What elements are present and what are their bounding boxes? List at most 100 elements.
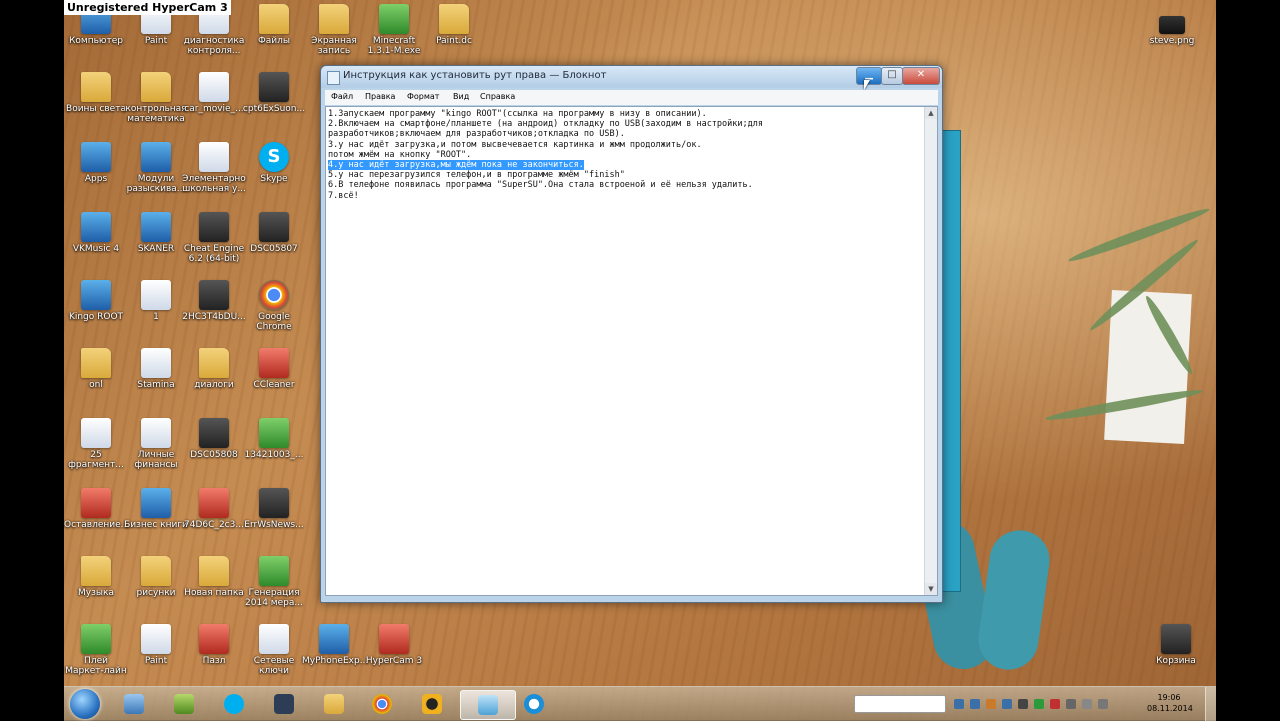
kingo-root-icon: [524, 694, 544, 714]
folder-icon: [141, 556, 171, 586]
desktop-icon-label: HyperCam 3: [365, 656, 423, 666]
desktop-icon[interactable]: Сетевые ключи: [242, 624, 306, 676]
desktop-icon-label: Cheat Engine 6.2 (64-bit): [183, 244, 245, 264]
desktop-icon[interactable]: steve.png: [1140, 10, 1204, 46]
close-button[interactable]: ✕: [902, 67, 940, 85]
desktop-icon[interactable]: 2HC3T4bDU...: [182, 280, 246, 322]
desktop-icon[interactable]: DSC05807: [242, 212, 306, 254]
desktop-icon[interactable]: 13421003_...: [242, 418, 306, 460]
desktop-icon[interactable]: диалоги: [182, 348, 246, 390]
desktop-icon[interactable]: Личные финансы: [124, 418, 188, 470]
desktop-icon-label: MyPhoneExp...: [302, 656, 369, 666]
network-icon[interactable]: [1082, 699, 1092, 709]
wallpaper-plant: [1066, 204, 1212, 266]
desktop-icon[interactable]: Плей Маркет-лайн: [64, 624, 128, 676]
clock[interactable]: 19:06 08.11.2014: [1147, 692, 1193, 714]
desktop-icon[interactable]: VKMusic 4: [64, 212, 128, 254]
desktop-icon[interactable]: Бизнес книги: [124, 488, 188, 530]
taskbar-skype[interactable]: [214, 690, 254, 718]
desktop-icon[interactable]: рисунки: [124, 556, 188, 598]
desktop-icon[interactable]: SKANER: [124, 212, 188, 254]
text-line: разработчиков;включаем для разработчиков…: [328, 129, 923, 139]
tray-icon[interactable]: [1050, 699, 1060, 709]
app-icon: [274, 694, 294, 714]
desktop-icon[interactable]: Paint.dc: [422, 4, 486, 46]
desktop-icon-label: Minecraft 1.3.1-М.exe: [367, 36, 421, 56]
desktop-icon[interactable]: Minecraft 1.3.1-М.exe: [362, 4, 426, 56]
taskbar-chrome[interactable]: [362, 690, 402, 718]
menu-help[interactable]: Справка: [480, 92, 515, 101]
desktop-icon[interactable]: Google Chrome: [242, 280, 306, 332]
desktop-icon[interactable]: Пазл: [182, 624, 246, 666]
menubar: Файл Правка Формат Вид Справка: [325, 90, 938, 105]
desktop-icon[interactable]: HyperCam 3: [362, 624, 426, 666]
tray-icon[interactable]: [1018, 699, 1028, 709]
volume-icon[interactable]: [1098, 699, 1108, 709]
menu-file[interactable]: Файл: [331, 92, 353, 101]
tray-icon[interactable]: [1034, 699, 1044, 709]
desktop-icon-label: steve.png: [1149, 36, 1195, 46]
file-icon: [259, 418, 289, 448]
game-icon: [174, 694, 194, 714]
desktop-icon[interactable]: Stamina: [124, 348, 188, 390]
desktop-icon[interactable]: MyPhoneExp...: [302, 624, 369, 666]
tray-icon[interactable]: [970, 699, 980, 709]
desktop-icon[interactable]: onl: [64, 348, 128, 390]
menu-format[interactable]: Формат: [407, 92, 439, 101]
menu-edit[interactable]: Правка: [365, 92, 395, 101]
desktop-icon[interactable]: Музыка: [64, 556, 128, 598]
desktop-icon[interactable]: ErrWsNews...: [242, 488, 306, 530]
tray-icon[interactable]: [986, 699, 996, 709]
text-line-content: потом жмём на кнопку "ROOT".: [328, 149, 472, 160]
taskbar-game[interactable]: [164, 690, 204, 718]
taskbar-explorer[interactable]: [114, 690, 154, 718]
desktop-icon[interactable]: Генерация 2014 мера...: [242, 556, 306, 608]
vertical-scrollbar[interactable]: ▲ ▼: [924, 107, 937, 595]
desktop-icon[interactable]: 74D6C_2c3...: [182, 488, 246, 530]
scroll-up-icon[interactable]: ▲: [925, 107, 937, 119]
paint-dc-icon: [439, 4, 469, 34]
desktop-icon-label: Корзина: [1156, 656, 1196, 666]
desktop-icon[interactable]: Модули разыскива...: [124, 142, 188, 194]
taskbar-app2[interactable]: [412, 690, 452, 718]
desktop-icon[interactable]: DSC05808: [182, 418, 246, 460]
desktop-icon[interactable]: Новая папка: [182, 556, 246, 598]
desktop-icon[interactable]: контрольная математика: [124, 72, 188, 124]
flag-icon[interactable]: [1066, 699, 1076, 709]
show-desktop-button[interactable]: [1205, 687, 1216, 721]
tray-icon[interactable]: [954, 699, 964, 709]
desktop-icon[interactable]: Воины света: [64, 72, 128, 114]
menu-view[interactable]: Вид: [453, 92, 469, 101]
desktop-icon[interactable]: 25 фрагмент...: [64, 418, 128, 470]
desktop-icon[interactable]: cpt6ExSuon...: [242, 72, 306, 114]
clock-time: 19:06: [1157, 693, 1181, 702]
desktop-icon[interactable]: Apps: [64, 142, 128, 184]
taskbar-kingo[interactable]: [514, 690, 554, 718]
desktop-icon[interactable]: 1: [124, 280, 188, 322]
text-editor-area[interactable]: 1.Запускаем программу "kingo ROOT"(ссылк…: [325, 106, 938, 596]
background-window-edge[interactable]: [941, 130, 961, 592]
desktop-icon[interactable]: Корзина: [1144, 624, 1208, 666]
desktop-icon[interactable]: Cheat Engine 6.2 (64-bit): [182, 212, 246, 264]
taskbar-folder[interactable]: [314, 690, 354, 718]
desktop-icon[interactable]: car_movie_...: [182, 72, 246, 114]
notepad-window[interactable]: Инструкция как установить рут права — Бл…: [320, 65, 943, 603]
maximize-button[interactable]: □: [881, 67, 903, 85]
desktop-icon[interactable]: Экранная запись: [302, 4, 366, 56]
scroll-down-icon[interactable]: ▼: [925, 583, 937, 595]
tray-input[interactable]: [854, 695, 946, 713]
desktop-icon[interactable]: Kingo ROOT: [64, 280, 128, 322]
desktop-icon[interactable]: Paint: [124, 624, 188, 666]
desktop-icon[interactable]: Оставление...: [64, 488, 129, 530]
taskbar-app[interactable]: [264, 690, 304, 718]
desktop-icon[interactable]: CCleaner: [242, 348, 306, 390]
notepad-titlebar[interactable]: Инструкция как установить рут права — Бл…: [321, 66, 942, 90]
desktop-icon[interactable]: S Skype: [242, 142, 306, 184]
stamina-icon: [141, 348, 171, 378]
desktop-icon[interactable]: Файлы: [242, 4, 306, 46]
taskbar-notepad[interactable]: [460, 690, 516, 720]
tray-icon[interactable]: [1002, 699, 1012, 709]
start-button[interactable]: [70, 689, 100, 719]
app-icon: [81, 624, 111, 654]
desktop-icon[interactable]: Элементарно школьная у...: [182, 142, 246, 194]
